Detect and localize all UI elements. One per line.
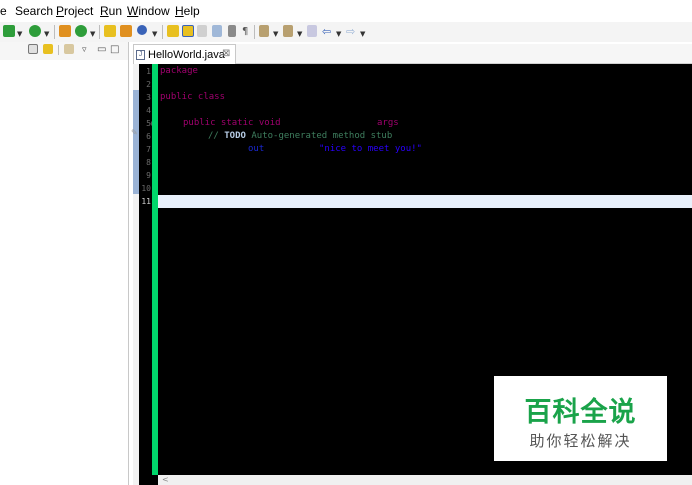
menu-bar: e Search Project Run Window Help <box>0 0 692 22</box>
comment-text: Auto-generated method stub <box>245 131 393 141</box>
menu-window[interactable]: Window <box>127 4 170 18</box>
toolbar-separator <box>54 25 55 39</box>
run-dropdown-icon[interactable]: ▼ <box>90 28 95 41</box>
run-icon[interactable] <box>75 25 87 38</box>
main-toolbar: ▼ ▼ ▼ ▼ ¶ ▼ ▼ ⇦ ▼ ⇨ ▼ <box>0 22 692 42</box>
line-marker-icon: ✎ <box>131 128 138 137</box>
last-edit-location-icon[interactable] <box>307 25 317 38</box>
java-file-icon: J <box>136 50 145 60</box>
line-number: 7 <box>146 145 151 154</box>
pilcrow-icon[interactable]: ¶ <box>242 25 248 38</box>
todo-tag: TODO <box>224 131 246 141</box>
menu-search[interactable]: Search <box>15 4 53 18</box>
string-literal: "nice to meet you!" <box>319 144 422 154</box>
previous-annotation-icon[interactable] <box>283 25 293 38</box>
horizontal-scrollbar[interactable]: < <box>158 475 692 485</box>
open-task-icon[interactable] <box>120 25 132 38</box>
line-number: 9 <box>146 171 151 180</box>
package-explorer-pane: ▿ ▭ □ <box>0 42 129 485</box>
toggle-block-selection-icon[interactable] <box>197 25 207 38</box>
back-icon[interactable]: ⇦ <box>322 25 331 38</box>
line-number: 1 <box>146 67 151 76</box>
open-type-icon[interactable] <box>104 25 116 38</box>
close-icon[interactable]: ⊠ <box>222 48 230 59</box>
next-annotation-dropdown-icon[interactable]: ▼ <box>273 28 278 41</box>
editor-tab-bar: J HelloWorld.java ⊠ <box>133 44 692 64</box>
link-with-editor-icon[interactable] <box>43 44 53 57</box>
keyword-public-class: public class <box>160 92 226 102</box>
show-whitespace-icon[interactable] <box>212 25 222 38</box>
line-number: 4 <box>146 106 151 115</box>
tab-title: HelloWorld.java <box>148 49 225 61</box>
forward-icon[interactable]: ⇨ <box>346 25 355 38</box>
menu-run[interactable]: Run <box>100 4 122 18</box>
package-explorer-toolbar: ▿ ▭ □ <box>0 42 128 60</box>
line-number: 8 <box>146 158 151 167</box>
param-args: args <box>377 118 399 128</box>
comment-prefix: // <box>208 131 225 141</box>
collapse-all-icon[interactable] <box>28 44 38 57</box>
change-indicator-bar <box>152 64 158 475</box>
line-number: 10 <box>141 184 151 193</box>
back-dropdown-icon[interactable]: ▼ <box>336 28 341 41</box>
line-number: 2 <box>146 80 151 89</box>
new-class-dropdown-icon[interactable]: ▼ <box>44 28 49 41</box>
toolbar-separator <box>58 45 59 55</box>
filter-icon[interactable] <box>64 44 74 57</box>
eclipse-window: e Search Project Run Window Help ▼ ▼ ▼ ▼… <box>0 0 692 485</box>
forward-dropdown-icon[interactable]: ▼ <box>360 28 365 41</box>
build-icon[interactable] <box>59 25 71 38</box>
keyword-package: package <box>160 66 198 76</box>
next-annotation-icon[interactable] <box>259 25 269 38</box>
toolbar-separator <box>162 25 163 39</box>
tab-helloworld-java[interactable]: J HelloWorld.java ⊠ <box>133 44 236 64</box>
field-out: out <box>248 144 265 154</box>
toolbar-separator <box>254 25 255 39</box>
view-menu-icon[interactable]: ▿ <box>82 44 87 57</box>
search-icon[interactable] <box>137 25 147 38</box>
keyword-public-static-void: public static void <box>183 118 281 128</box>
watermark-subtitle: 助你轻松解决 <box>529 432 632 450</box>
line-number: 11 <box>141 197 151 206</box>
previous-annotation-dropdown-icon[interactable]: ▼ <box>297 28 302 41</box>
toggle-highlight-icon[interactable] <box>182 25 194 38</box>
word-wrap-icon[interactable] <box>228 25 236 38</box>
toolbar-separator <box>99 25 100 39</box>
minimize-icon[interactable]: ▭ <box>97 43 106 56</box>
new-wizard-icon[interactable] <box>3 25 15 38</box>
menu-file-partial[interactable]: e <box>0 4 7 18</box>
toggle-mark-occurrences-icon[interactable] <box>167 25 179 38</box>
search-dropdown-icon[interactable]: ▼ <box>152 28 157 41</box>
menu-project[interactable]: Project <box>56 4 93 18</box>
watermark: 百科全说 助你轻松解决 <box>494 376 667 461</box>
current-line-highlight <box>158 195 692 208</box>
watermark-title: 百科全说 <box>524 397 637 428</box>
menu-help[interactable]: Help <box>175 4 200 18</box>
line-number: 3 <box>146 93 151 102</box>
new-java-class-icon[interactable] <box>29 25 41 38</box>
maximize-icon[interactable]: □ <box>110 43 119 56</box>
scroll-left-icon[interactable]: < <box>162 475 169 484</box>
new-wizard-dropdown-icon[interactable]: ▼ <box>17 28 22 41</box>
line-number: 6 <box>146 132 151 141</box>
